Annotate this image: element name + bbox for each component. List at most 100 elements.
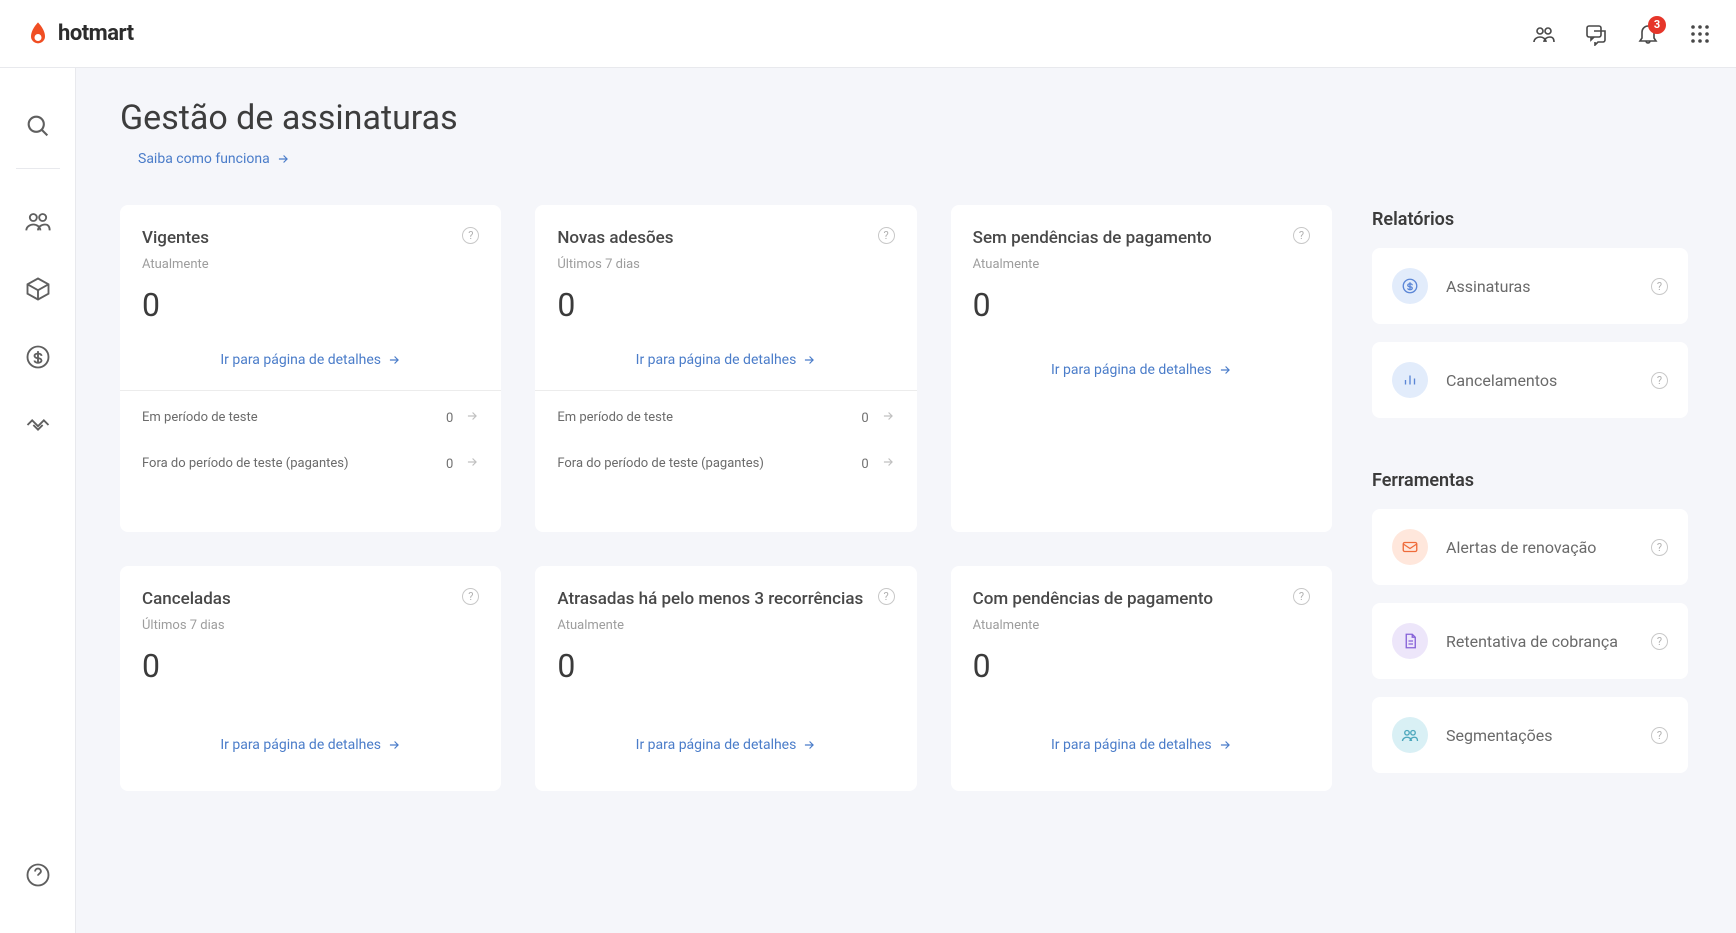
info-icon[interactable]: ?: [1651, 278, 1668, 295]
details-link[interactable]: Ir para página de detalhes: [1051, 737, 1232, 753]
details-link-label: Ir para página de detalhes: [636, 352, 797, 368]
arrow-right-icon: [802, 738, 816, 752]
sub-label: Em período de teste: [142, 409, 446, 427]
info-icon[interactable]: ?: [462, 227, 479, 244]
card-title: Canceladas: [142, 588, 231, 610]
report-cancelamentos[interactable]: Cancelamentos ?: [1372, 342, 1688, 418]
list-label: Cancelamentos: [1446, 371, 1633, 390]
report-assinaturas[interactable]: Assinaturas ?: [1372, 248, 1688, 324]
details-link-label: Ir para página de detalhes: [220, 737, 381, 753]
sidebar-divider: [16, 168, 60, 169]
flame-icon: [24, 20, 52, 48]
info-icon[interactable]: ?: [1293, 588, 1310, 605]
card-subtitle: Últimos 7 dias: [142, 618, 479, 633]
card-title: Vigentes: [142, 227, 209, 249]
brand-logo[interactable]: hotmart: [24, 20, 134, 48]
info-icon[interactable]: ?: [1293, 227, 1310, 244]
learn-more-link[interactable]: Saiba como funciona: [138, 151, 290, 167]
details-link[interactable]: Ir para página de detalhes: [1051, 362, 1232, 378]
card-divider: [120, 390, 501, 391]
card-vigentes: Vigentes ? Atualmente 0 Ir para página d…: [120, 205, 501, 532]
dollar-circle-icon: [1392, 268, 1428, 304]
chat-icon[interactable]: [1584, 22, 1608, 46]
details-link-label: Ir para página de detalhes: [1051, 737, 1212, 753]
sub-label: Em período de teste: [557, 409, 861, 427]
people-icon[interactable]: [1532, 22, 1556, 46]
info-icon[interactable]: ?: [1651, 633, 1668, 650]
card-title: Sem pendências de pagamento: [973, 227, 1212, 249]
arrow-right-icon: [802, 353, 816, 367]
info-icon[interactable]: ?: [1651, 372, 1668, 389]
card-sem-pendencias: Sem pendências de pagamento ? Atualmente…: [951, 205, 1332, 532]
info-icon[interactable]: ?: [462, 588, 479, 605]
sub-row[interactable]: Em período de teste 0: [142, 395, 479, 441]
tool-retentativa[interactable]: Retentativa de cobrança ?: [1372, 603, 1688, 679]
sub-row[interactable]: Fora do período de teste (pagantes) 0: [557, 441, 894, 487]
card-subtitle: Atualmente: [973, 257, 1310, 272]
mail-icon: [1392, 529, 1428, 565]
sub-row[interactable]: Em período de teste 0: [557, 395, 894, 441]
card-com-pendencias: Com pendências de pagamento ? Atualmente…: [951, 566, 1332, 792]
list-label: Alertas de renovação: [1446, 538, 1633, 557]
details-link[interactable]: Ir para página de detalhes: [220, 352, 401, 368]
card-title: Novas adesões: [557, 227, 673, 249]
handshake-icon[interactable]: [24, 411, 52, 439]
sidebar: [0, 68, 76, 933]
card-subtitle: Últimos 7 dias: [557, 257, 894, 272]
sub-label: Fora do período de teste (pagantes): [142, 455, 446, 473]
details-link-label: Ir para página de detalhes: [220, 352, 381, 368]
dollar-icon[interactable]: [24, 343, 52, 371]
info-icon[interactable]: ?: [878, 588, 895, 605]
details-link[interactable]: Ir para página de detalhes: [636, 352, 817, 368]
card-title: Atrasadas há pelo menos 3 recorrências: [557, 588, 863, 610]
main-content: Gestão de assinaturas Saiba como funcion…: [76, 68, 1736, 933]
notification-badge: 3: [1648, 16, 1666, 34]
tool-alertas[interactable]: Alertas de renovação ?: [1372, 509, 1688, 585]
card-subtitle: Atualmente: [557, 618, 894, 633]
list-label: Assinaturas: [1446, 277, 1633, 296]
card-divider: [535, 390, 916, 391]
sub-value: 0: [861, 411, 868, 426]
details-link-label: Ir para página de detalhes: [636, 737, 797, 753]
bar-chart-icon: [1392, 362, 1428, 398]
card-subtitle: Atualmente: [973, 618, 1310, 633]
list-label: Segmentações: [1446, 726, 1633, 745]
top-header: hotmart 3: [0, 0, 1736, 68]
header-actions: 3: [1532, 22, 1712, 46]
list-label: Retentativa de cobrança: [1446, 632, 1633, 651]
arrow-right-icon: [465, 409, 479, 427]
bell-icon[interactable]: 3: [1636, 22, 1660, 46]
help-icon[interactable]: [24, 861, 52, 889]
arrow-right-icon: [387, 353, 401, 367]
card-value: 0: [142, 286, 479, 324]
stats-cards-grid: Vigentes ? Atualmente 0 Ir para página d…: [120, 205, 1332, 791]
sub-value: 0: [446, 411, 453, 426]
card-title: Com pendências de pagamento: [973, 588, 1213, 610]
info-icon[interactable]: ?: [1651, 539, 1668, 556]
card-canceladas: Canceladas ? Últimos 7 dias 0 Ir para pá…: [120, 566, 501, 792]
card-subtitle: Atualmente: [142, 257, 479, 272]
tools-heading: Ferramentas: [1372, 470, 1688, 491]
arrow-right-icon: [465, 455, 479, 473]
sub-row[interactable]: Fora do período de teste (pagantes) 0: [142, 441, 479, 487]
page-title: Gestão de assinaturas: [120, 98, 1688, 138]
search-icon[interactable]: [24, 112, 52, 140]
details-link[interactable]: Ir para página de detalhes: [220, 737, 401, 753]
info-icon[interactable]: ?: [878, 227, 895, 244]
card-value: 0: [557, 286, 894, 324]
info-icon[interactable]: ?: [1651, 727, 1668, 744]
tool-segmentacoes[interactable]: Segmentações ?: [1372, 697, 1688, 773]
arrow-right-icon: [881, 409, 895, 427]
reports-heading: Relatórios: [1372, 209, 1688, 230]
card-value: 0: [973, 286, 1310, 324]
learn-more-label: Saiba como funciona: [138, 151, 270, 167]
document-icon: [1392, 623, 1428, 659]
card-value: 0: [142, 647, 479, 685]
details-link[interactable]: Ir para página de detalhes: [636, 737, 817, 753]
right-column: Relatórios Assinaturas ? Cancelamentos ?: [1372, 205, 1688, 791]
sidebar-people-icon[interactable]: [24, 207, 52, 235]
package-icon[interactable]: [24, 275, 52, 303]
arrow-right-icon: [276, 152, 290, 166]
sub-label: Fora do período de teste (pagantes): [557, 455, 861, 473]
apps-grid-icon[interactable]: [1688, 22, 1712, 46]
